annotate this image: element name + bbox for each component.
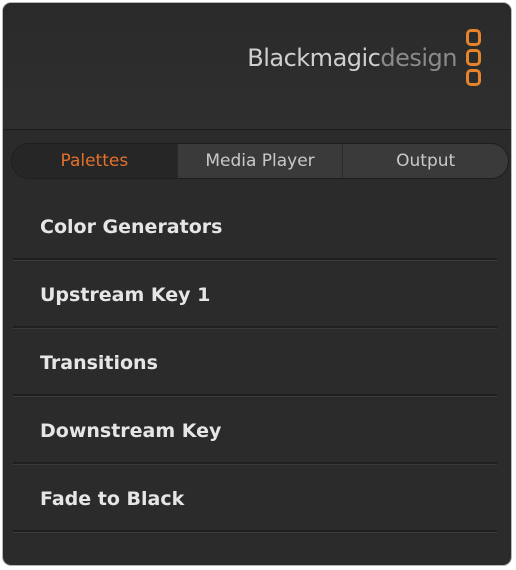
palette-item-transitions[interactable]: Transitions xyxy=(3,329,511,397)
brand-header: Blackmagicdesign xyxy=(3,3,511,130)
logo-wordmark-light: design xyxy=(380,43,457,72)
palette-item-upstream-key-1[interactable]: Upstream Key 1 xyxy=(3,261,511,329)
palette-item-fade-to-black[interactable]: Fade to Black xyxy=(3,465,511,533)
palette-item-color-generators[interactable]: Color Generators xyxy=(3,193,511,261)
logo-mark-segment xyxy=(466,29,481,46)
tab-media-player[interactable]: Media Player xyxy=(176,144,343,178)
palette-list: Color Generators Upstream Key 1 Transiti… xyxy=(3,193,511,533)
blackmagic-logo: Blackmagicdesign xyxy=(247,29,481,86)
palette-item-downstream-key[interactable]: Downstream Key xyxy=(3,397,511,465)
logo-wordmark-bold: Blackmagic xyxy=(247,43,381,72)
logo-mark-segment xyxy=(466,69,481,86)
logo-mark-segment xyxy=(466,49,481,66)
tab-bar: Palettes Media Player Output xyxy=(11,143,509,179)
logo-mark-icon xyxy=(466,29,481,86)
tab-output[interactable]: Output xyxy=(342,144,508,178)
palette-panel: Blackmagicdesign Palettes Media Player O… xyxy=(2,2,512,566)
tab-palettes[interactable]: Palettes xyxy=(12,144,177,178)
logo-wordmark: Blackmagicdesign xyxy=(247,44,457,72)
